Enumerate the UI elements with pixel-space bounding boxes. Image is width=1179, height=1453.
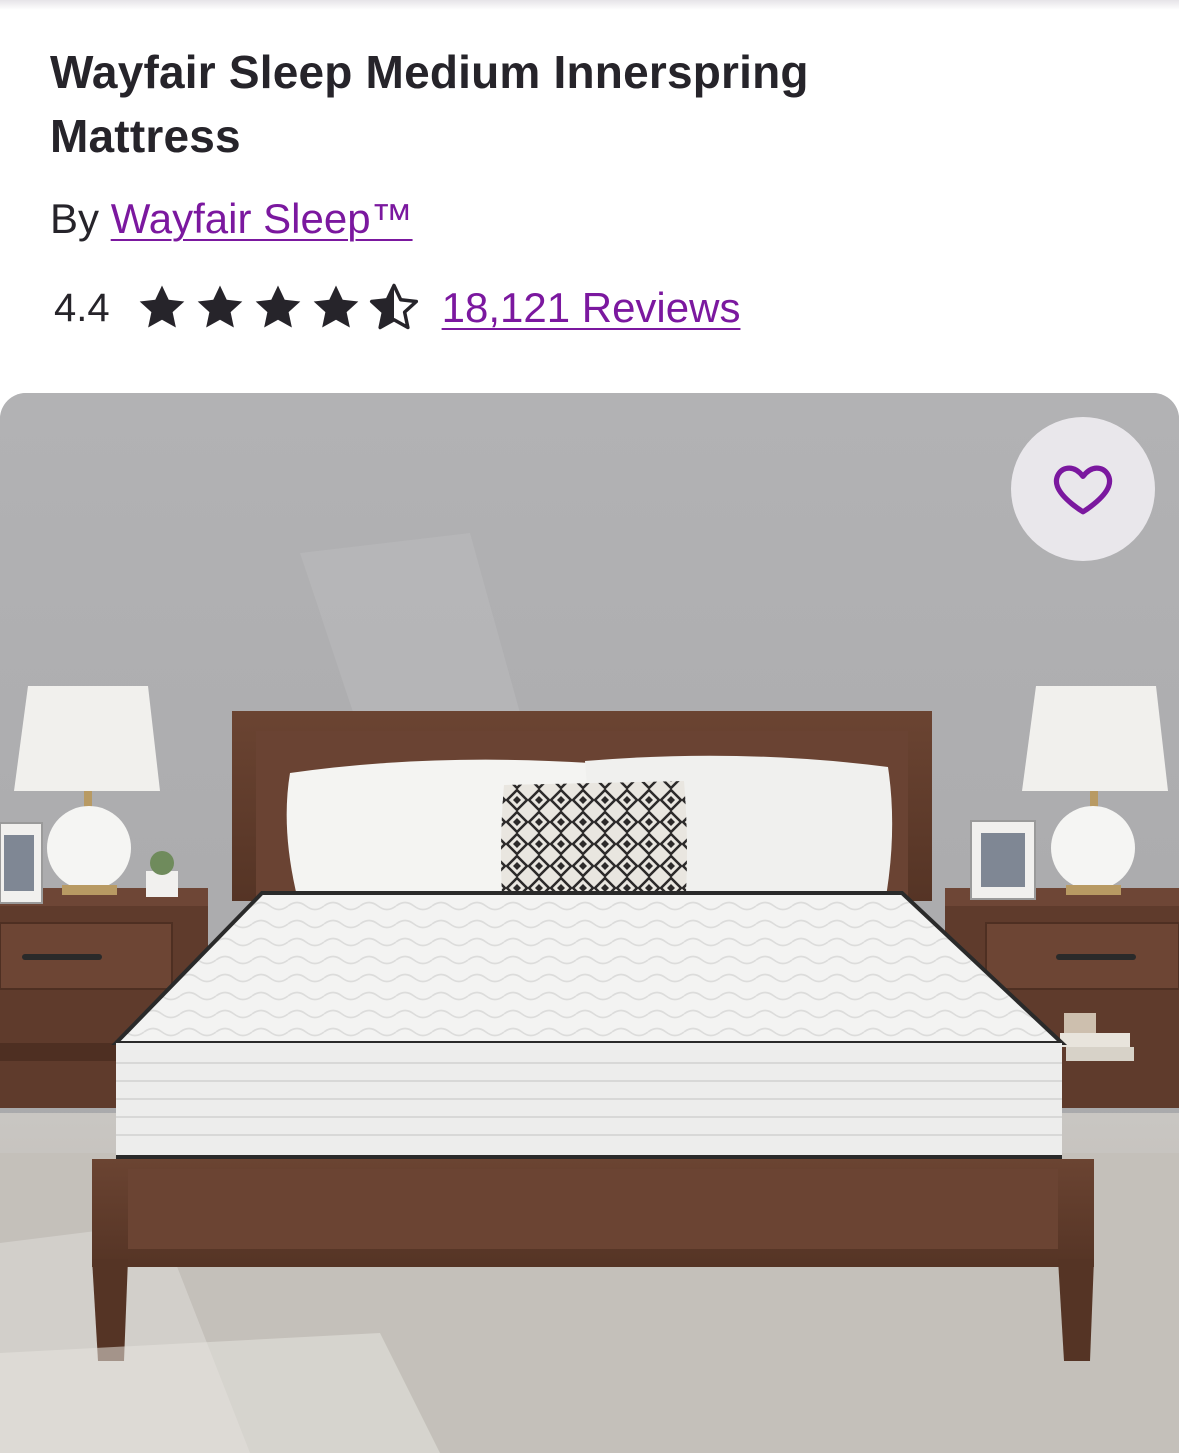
favorite-button[interactable] xyxy=(1011,417,1155,561)
by-label: By xyxy=(50,195,100,242)
star-half-icon xyxy=(369,283,418,330)
star-full-icon xyxy=(197,285,242,328)
reviews-link[interactable]: 18,121 Reviews xyxy=(442,284,741,332)
rating-row: 4.4 18,121 Reviews xyxy=(54,280,740,336)
heart-outline-icon xyxy=(1053,465,1113,515)
top-divider xyxy=(0,0,1179,10)
product-image[interactable] xyxy=(0,393,1179,1453)
star-full-icon xyxy=(255,285,300,328)
star-full-icon xyxy=(139,285,184,328)
star-full-icon xyxy=(313,285,358,328)
star-rating[interactable] xyxy=(136,282,420,334)
brand-link[interactable]: Wayfair Sleep™ xyxy=(111,195,413,242)
bedroom-scene-image xyxy=(0,393,1179,1453)
brand-line: By Wayfair Sleep™ xyxy=(50,193,413,245)
rating-value: 4.4 xyxy=(54,285,110,330)
product-title: Wayfair Sleep Medium Innerspring Mattres… xyxy=(50,46,809,162)
